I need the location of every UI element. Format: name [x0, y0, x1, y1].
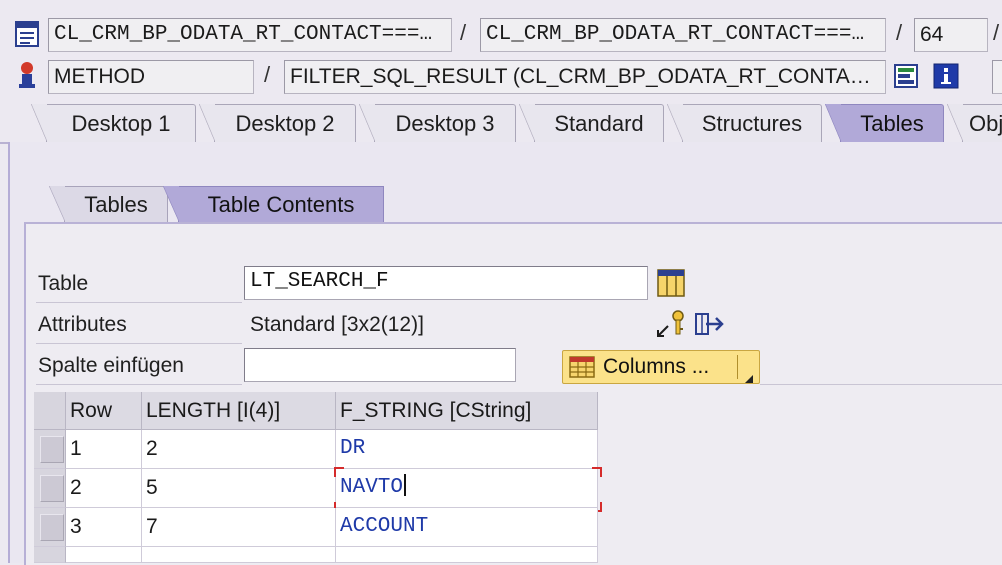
focus-frame-corner: [334, 467, 344, 477]
tab-structures[interactable]: Structures: [667, 104, 822, 142]
info-icon[interactable]: [932, 62, 960, 90]
method-field[interactable]: FILTER_SQL_RESULT (CL_CRM_BP_ODATA_RT_CO…: [284, 60, 886, 94]
table-cell-row[interactable]: 1: [66, 430, 142, 469]
attributes-label: Attributes: [38, 313, 127, 336]
key-icon[interactable]: [654, 308, 686, 340]
focus-frame-corner: [592, 467, 602, 477]
label-underline: [36, 302, 242, 303]
debugger-icon[interactable]: [893, 62, 921, 90]
row-selector[interactable]: [34, 508, 66, 547]
tab-tables[interactable]: Tables: [825, 104, 944, 142]
column-header-f-string[interactable]: F_STRING [CString]: [336, 392, 598, 430]
include-field[interactable]: CL_CRM_BP_ODATA_RT_CONTACT===…: [480, 18, 886, 52]
line-number-field[interactable]: 64: [914, 18, 988, 52]
export-icon[interactable]: [692, 308, 726, 340]
table-label: Table: [38, 272, 89, 295]
grid-icon: [569, 356, 595, 378]
form-divider: [760, 384, 1002, 385]
path-separator: /: [993, 20, 1000, 45]
tab-standard[interactable]: Standard: [519, 104, 664, 142]
class-icon: [14, 20, 40, 48]
subtab-table-contents[interactable]: Table Contents: [163, 186, 384, 222]
table-cell-row[interactable]: 3: [66, 508, 142, 547]
column-header-row[interactable]: Row: [66, 392, 142, 430]
label-underline: [36, 343, 242, 344]
path-separator: /: [896, 20, 903, 45]
header-field-cut[interactable]: [992, 60, 1002, 94]
tab-desktop-3[interactable]: Desktop 3: [359, 104, 516, 142]
table-cell-f-string[interactable]: ACCOUNT: [336, 508, 598, 547]
column-header-length[interactable]: LENGTH [I(4)]: [142, 392, 336, 430]
subtab-tables[interactable]: Tables: [49, 186, 168, 222]
insert-column-label: Spalte einfügen: [38, 354, 184, 377]
row-selector[interactable]: [34, 430, 66, 469]
tab-desktop-2[interactable]: Desktop 2: [199, 104, 356, 142]
tab-desktop-1[interactable]: Desktop 1: [31, 104, 196, 142]
attributes-value: Standard [3x2(12)]: [250, 313, 424, 336]
table-name-input[interactable]: LT_SEARCH_F: [244, 266, 648, 300]
table-cell-length[interactable]: 2: [142, 430, 336, 469]
table-layout-icon[interactable]: [656, 268, 686, 298]
object-type-field[interactable]: METHOD: [48, 60, 254, 94]
row-selector[interactable]: [34, 469, 66, 508]
tab-objects[interactable]: Obj: [947, 104, 1002, 142]
table-cell-length[interactable]: 7: [142, 508, 336, 547]
columns-button-label: Columns ...: [603, 355, 710, 378]
text-cursor: [404, 474, 407, 496]
row-selector[interactable]: [34, 547, 66, 563]
table-cell-f-string-editing[interactable]: NAVTO: [336, 469, 598, 508]
insert-column-input[interactable]: [244, 348, 516, 382]
columns-button[interactable]: Columns ...: [562, 350, 760, 384]
table-cell-empty[interactable]: [66, 547, 142, 563]
table-cell-length[interactable]: 5: [142, 469, 336, 508]
table-cell-empty[interactable]: [336, 547, 598, 563]
table-cell-f-string[interactable]: DR: [336, 430, 598, 469]
path-separator: /: [264, 62, 271, 87]
cell-value: NAVTO: [340, 476, 404, 499]
path-separator: /: [460, 20, 467, 45]
label-underline: [36, 384, 242, 385]
dropdown-arrow-icon[interactable]: [743, 363, 755, 383]
table-cell-empty[interactable]: [142, 547, 336, 563]
program-field[interactable]: CL_CRM_BP_ODATA_RT_CONTACT===…: [48, 18, 452, 52]
select-all-cell[interactable]: [34, 392, 66, 430]
table-cell-row[interactable]: 2: [66, 469, 142, 508]
dropdown-divider: [737, 355, 738, 379]
method-icon: [14, 60, 40, 90]
